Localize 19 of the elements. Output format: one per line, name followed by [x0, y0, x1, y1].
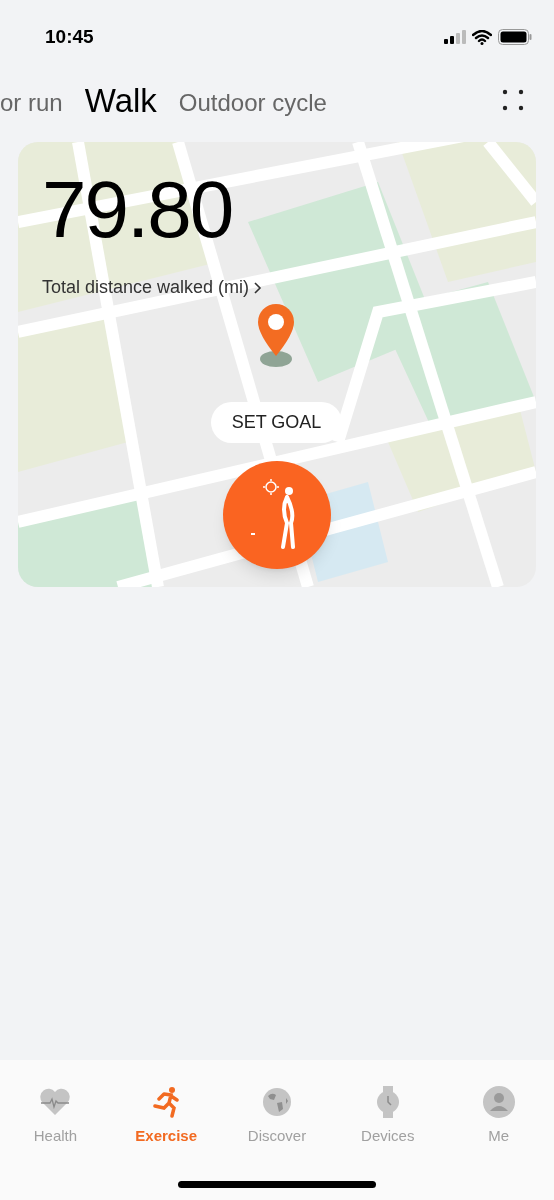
signal-icon — [444, 30, 466, 44]
distance-link[interactable]: Total distance walked (mi) — [42, 274, 264, 301]
tab[interactable]: Outdoor cycle — [178, 90, 327, 117]
distance-value: 79.80 — [42, 170, 233, 250]
status-time: 10:45 — [45, 24, 94, 49]
watch-icon — [375, 1086, 400, 1118]
runner-icon — [152, 1086, 181, 1118]
tab[interactable]: Walk — [84, 83, 157, 117]
nav-tab[interactable]: Exercise — [110, 1085, 222, 1148]
chevron-right-icon — [253, 280, 264, 295]
tab[interactable]: or run — [0, 90, 63, 117]
wifi-icon — [472, 29, 492, 45]
profile-icon — [482, 1086, 515, 1118]
globe-icon — [262, 1087, 292, 1117]
battery-icon — [498, 29, 532, 45]
heart-icon — [39, 1088, 72, 1116]
grid-menu-icon[interactable] — [502, 89, 524, 111]
nav-tab[interactable]: Me — [443, 1085, 554, 1148]
set-goal-button[interactable]: SET GOAL — [211, 402, 342, 443]
